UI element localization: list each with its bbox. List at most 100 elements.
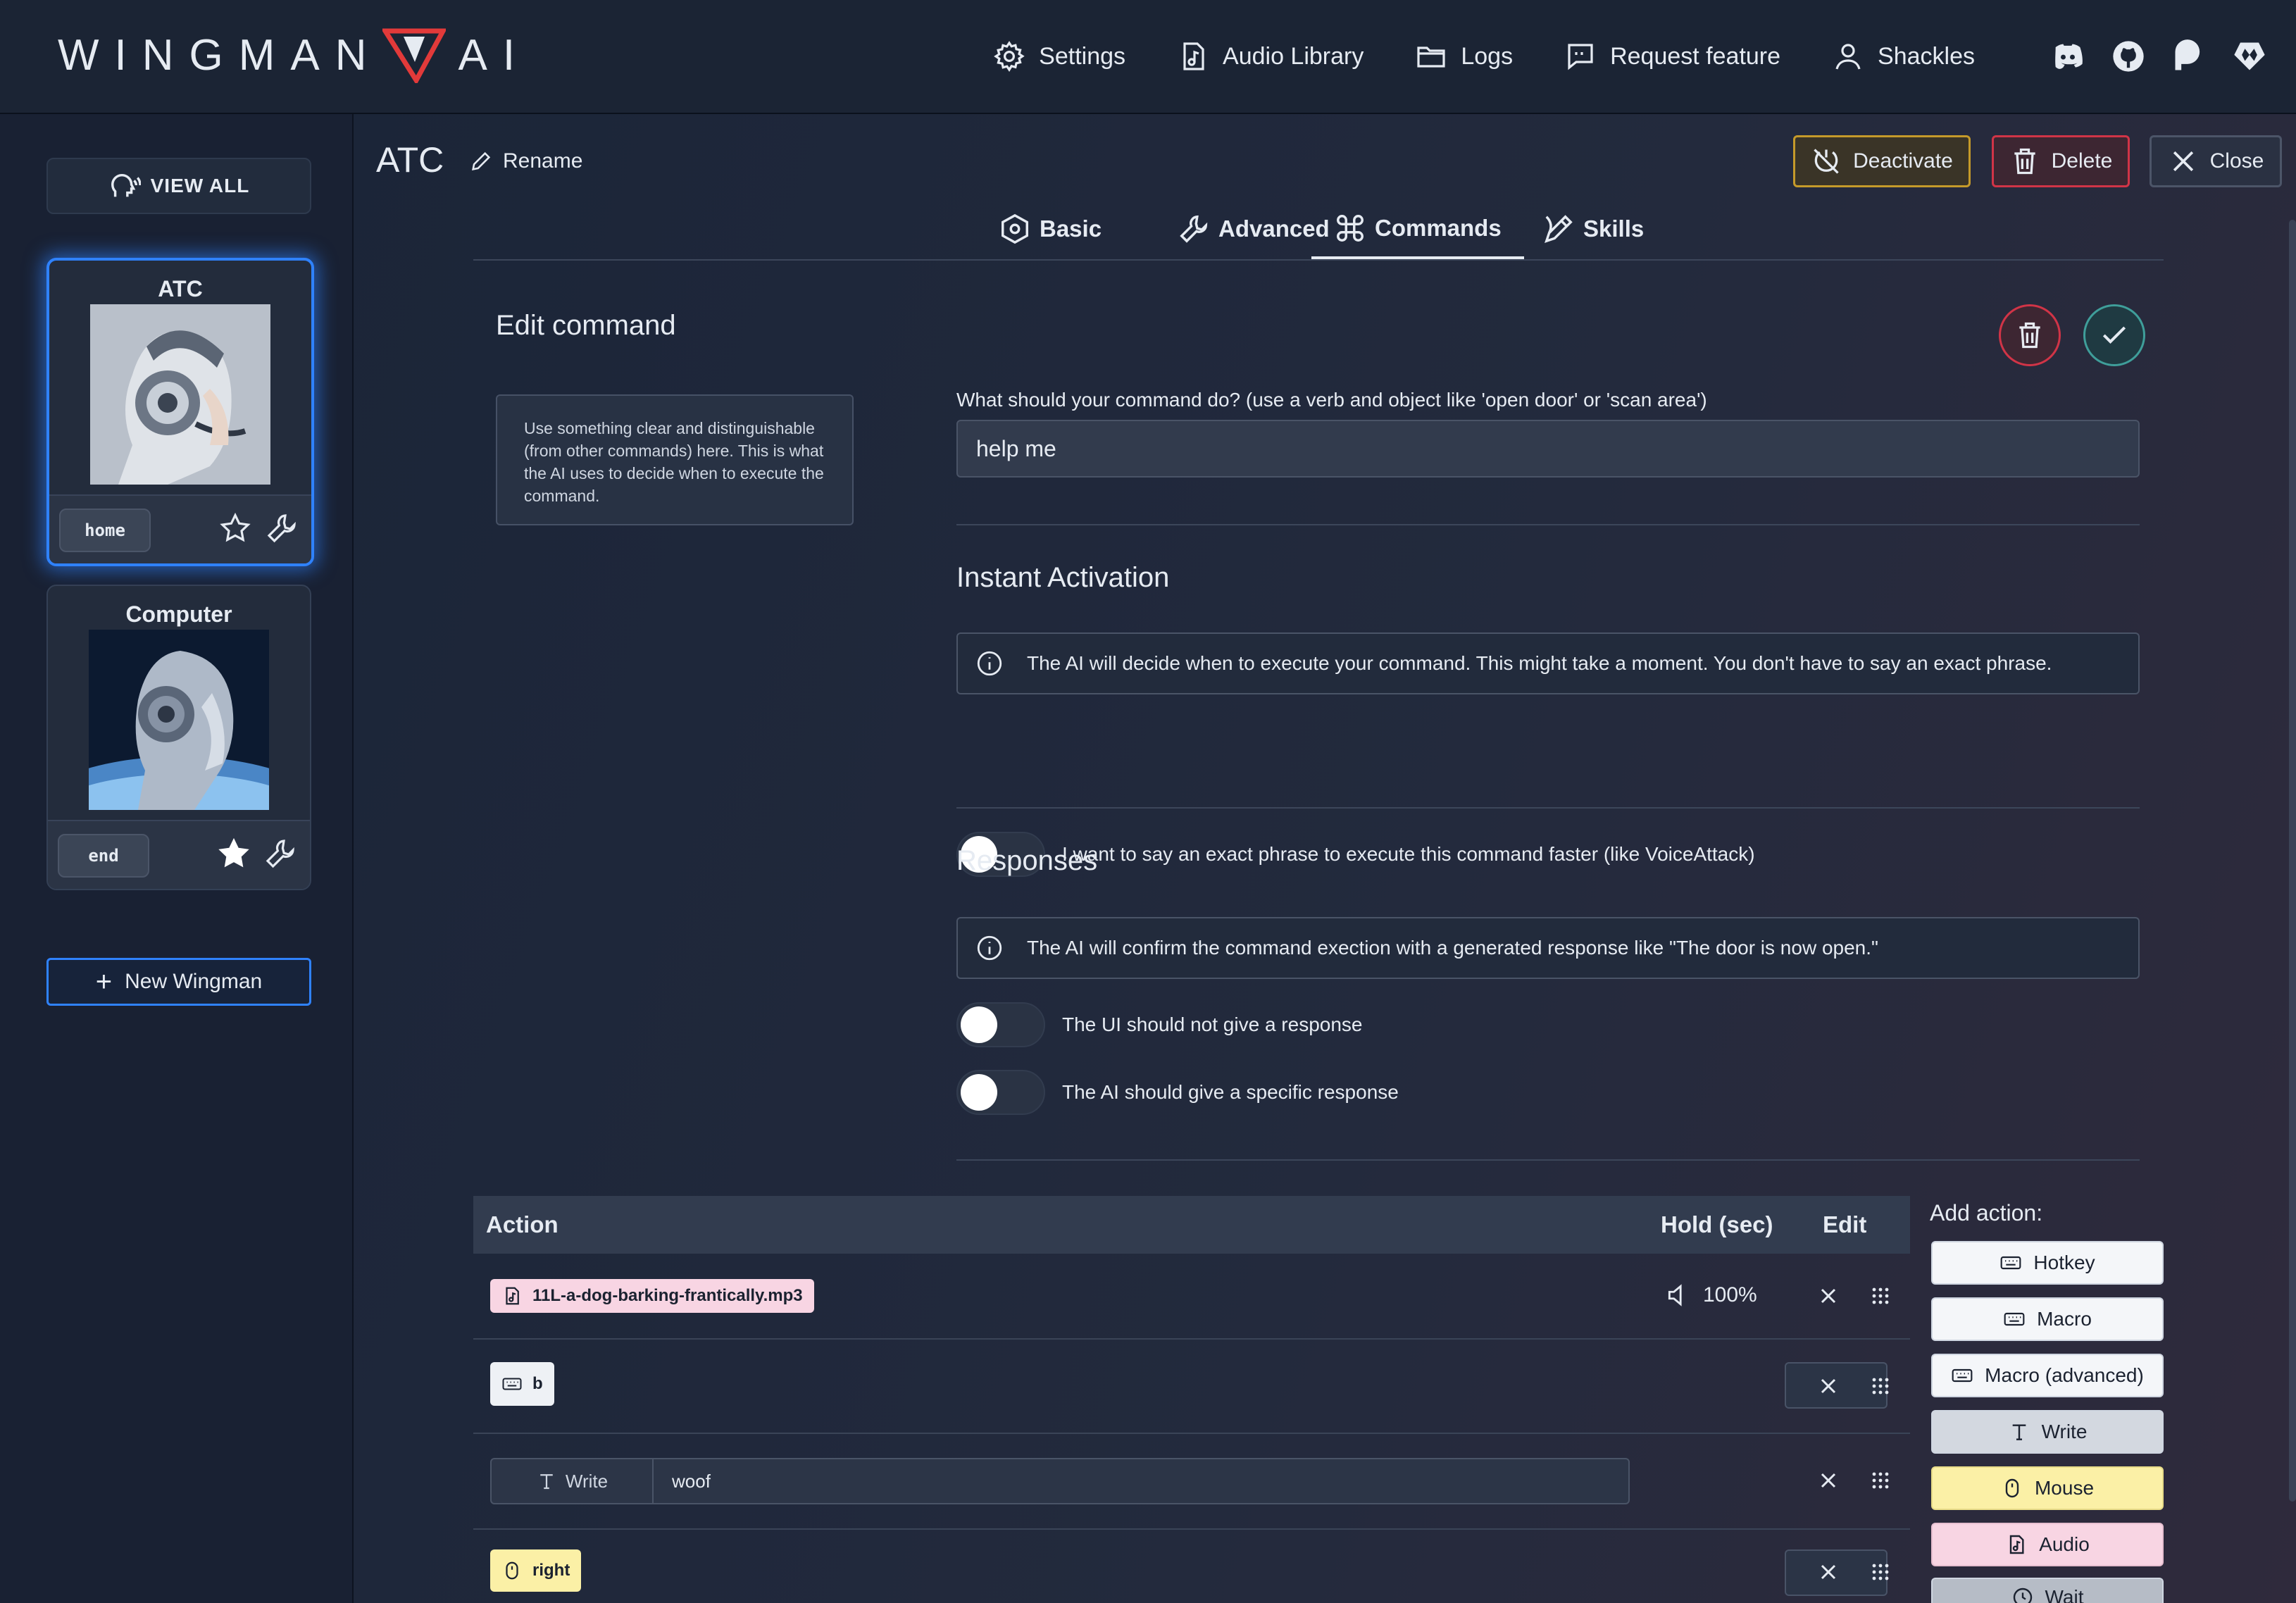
instant-activation-title: Instant Activation [956,562,1170,593]
add-macro-button[interactable]: Macro [1931,1297,2164,1341]
info-icon [977,651,1002,676]
drag-handle-icon[interactable] [1868,1373,1893,1399]
logo[interactable]: WINGMAN AI [58,27,530,83]
add-mouse-button[interactable]: Mouse [1931,1466,2164,1510]
add-wait-button[interactable]: Wait [1931,1578,2164,1603]
speaker-icon [1668,1284,1682,1306]
nav-settings[interactable]: Settings [992,39,1125,73]
wingman-card-footer: end [48,820,310,889]
command-key-icon [1337,215,1364,242]
save-command-button[interactable] [2083,304,2145,366]
trash-icon [2019,322,2040,349]
remove-icon[interactable] [1816,1468,1841,1493]
tab-advanced[interactable]: Advanced [1178,200,1330,258]
delete-button[interactable]: Delete [1992,135,2130,187]
wingman-hotkey[interactable]: end [58,834,149,878]
wingman-card-atc[interactable]: ATC home [46,258,314,566]
wingman-card-footer: home [49,494,311,563]
command-name-input[interactable]: help me [956,420,2140,478]
edit-command-title: Edit command [496,310,676,341]
clock-icon [2013,1588,2032,1603]
remove-icon[interactable] [1816,1373,1841,1399]
deactivate-button[interactable]: Deactivate [1793,135,1971,187]
wingman-avatar [90,304,270,485]
logo-text-right: AI [458,30,531,80]
nav-user-label: Shackles [1878,42,1975,70]
main-panel: ATC Rename Deactivate Delete Close Basic… [354,114,2296,1603]
nav-request-feature[interactable]: Request feature [1564,39,1780,73]
folder-icon [1417,46,1445,68]
instant-activation-info: The AI will decide when to execute your … [956,632,2140,694]
delete-command-button[interactable] [1999,304,2061,366]
nav-audio-library[interactable]: Audio Library [1176,39,1364,73]
remove-icon[interactable] [1816,1559,1841,1585]
no-response-toggle-row: The UI should not give a response [956,1002,1362,1048]
wrench-icon[interactable] [265,511,299,545]
discord-icon[interactable] [2049,38,2086,75]
star-outline-icon[interactable] [218,511,252,545]
trash-icon [2014,148,2035,175]
write-label: Write [565,1470,609,1492]
exact-phrase-label: I want to say an exact phrase to execute… [1062,843,1755,865]
tab-commands[interactable]: Commands [1311,200,1524,259]
divider [956,524,2140,525]
nav-logs[interactable]: Logs [1414,39,1513,73]
star-filled-icon[interactable] [217,837,251,871]
social-links [2026,38,2268,75]
add-wait-label: Wait [2045,1586,2084,1603]
wingman-hotkey[interactable]: home [59,509,151,552]
drag-handle-icon[interactable] [1868,1468,1893,1493]
audio-file-icon [1183,42,1204,70]
tab-bar: Basic Advanced Commands Skills [473,200,2164,261]
scrollbar[interactable] [2289,220,2296,1502]
drag-handle-icon[interactable] [1868,1559,1893,1585]
add-hotkey-button[interactable]: Hotkey [1931,1241,2164,1285]
mouse-button-value: right [532,1561,570,1580]
add-mouse-label: Mouse [2034,1477,2095,1499]
col-hold: Hold (sec) [1661,1211,1773,1237]
tab-basic[interactable]: Basic [999,200,1102,258]
delete-label: Delete [2051,149,2113,173]
close-label: Close [2209,149,2264,173]
wingman-card-computer[interactable]: Computer end [46,585,311,890]
kofi-icon[interactable] [2231,38,2268,75]
pencil-icon [472,151,491,170]
add-audio-button[interactable]: Audio [1931,1523,2164,1566]
remove-icon[interactable] [1816,1283,1841,1309]
specific-response-label: The AI should give a specific response [1062,1081,1399,1103]
rename-button[interactable]: Rename [469,149,582,173]
new-wingman-button[interactable]: + New Wingman [46,958,311,1006]
hexagon-icon [1002,213,1028,244]
add-macro-advanced-button[interactable]: Macro (advanced) [1931,1354,2164,1397]
github-icon[interactable] [2110,38,2147,75]
no-response-toggle[interactable] [956,1002,1045,1047]
tab-skills[interactable]: Skills [1542,200,1644,258]
view-all-button[interactable]: VIEW ALL [46,158,311,214]
volume-indicator[interactable]: 100% [1665,1282,1757,1309]
wrench-icon[interactable] [263,837,297,871]
add-write-label: Write [2041,1421,2088,1442]
patreon-icon[interactable] [2171,38,2207,75]
command-name-label: What should your command do? (use a verb… [956,389,1707,411]
audio-action-chip[interactable]: 11L-a-dog-barking-frantically.mp3 [490,1279,814,1313]
deactivate-label: Deactivate [1853,149,1953,173]
power-off-icon [1814,149,1839,174]
page-title: ATC [376,140,444,180]
wingman-name: ATC [158,276,203,301]
write-text-input[interactable]: woof [654,1459,711,1503]
new-wingman-label: New Wingman [125,970,263,993]
close-button[interactable]: Close [2150,135,2282,187]
table-row: right [473,1530,1910,1603]
drag-handle-icon[interactable] [1868,1283,1893,1309]
tab-commands-label: Commands [1375,215,1502,241]
specific-response-toggle[interactable] [956,1070,1045,1115]
top-nav: Settings Audio Library Logs Request feat… [992,0,2268,113]
keyboard-icon [1952,1368,1973,1383]
col-action: Action [486,1211,559,1237]
audio-file-icon [506,1287,519,1305]
add-write-button[interactable]: Write [1931,1410,2164,1454]
add-action-title: Add action: [1930,1200,2043,1225]
hotkey-action-chip[interactable]: b [490,1362,554,1406]
mouse-action-chip[interactable]: right [490,1549,582,1592]
nav-user[interactable]: Shackles [1831,39,1975,73]
